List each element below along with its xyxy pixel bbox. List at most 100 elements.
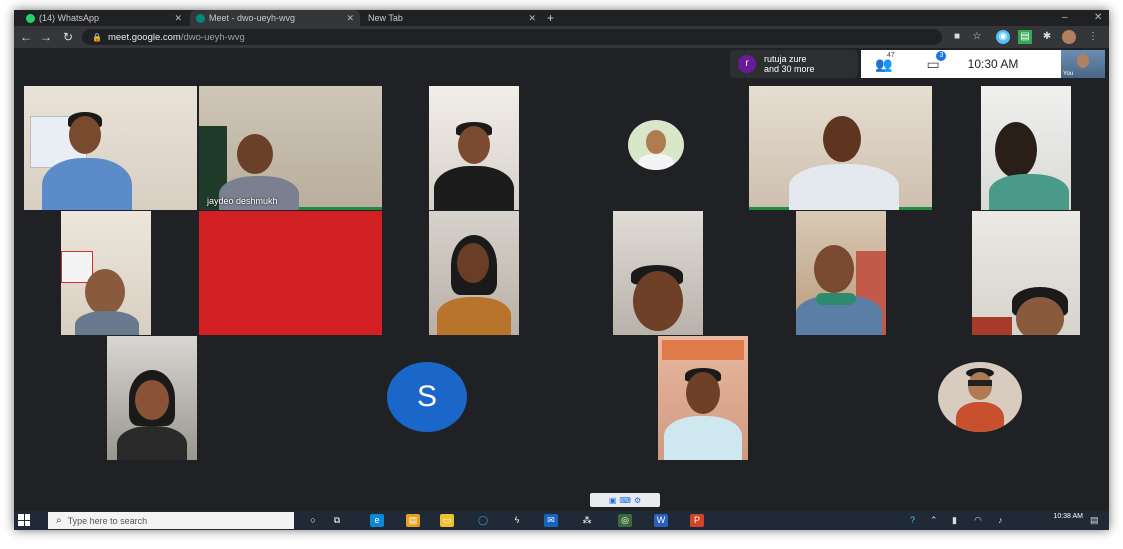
file-explorer-icon[interactable]: ▭ [440, 514, 454, 527]
presenter-more: and 30 more [764, 64, 815, 74]
participant-tile-red[interactable] [199, 211, 382, 335]
screen-icon: ▣ [608, 495, 617, 505]
chat-count: 3 [936, 50, 947, 61]
search-app-icon[interactable]: ◯ [476, 514, 490, 527]
participant-tile[interactable] [749, 86, 932, 210]
close-icon[interactable]: ✕ [528, 13, 536, 24]
participant-tile[interactable] [61, 211, 151, 335]
powerpoint-icon[interactable]: P [690, 514, 704, 527]
keyboard-icon: ⌨ [619, 495, 631, 505]
edge-icon[interactable]: e [370, 514, 384, 527]
settings-icon: ⚙ [633, 495, 642, 505]
person-face [85, 269, 125, 315]
extension-icon[interactable]: ◉ [996, 30, 1010, 44]
tab-whatsapp[interactable]: (14) WhatsApp ✕ [20, 10, 188, 26]
taskbar-search[interactable]: ⌕ Type here to search [48, 512, 294, 529]
help-icon[interactable]: ? [910, 515, 915, 525]
notification-icon[interactable]: ▤ [1090, 515, 1099, 526]
chrome-icon[interactable]: ◎ [618, 514, 632, 527]
lock-icon: 🔒 [92, 32, 102, 42]
person-face [457, 243, 489, 283]
url-path: /dwo-ueyh-wvg [180, 31, 245, 43]
browser-toolbar: ← → ↻ 🔒 meet.google.com/dwo-ueyh-wvg ■ ☆… [14, 26, 1109, 48]
star-icon[interactable]: ☆ [970, 30, 984, 44]
lightning-icon[interactable]: ϟ [510, 514, 524, 527]
search-placeholder: Type here to search [67, 515, 148, 526]
battery-icon[interactable]: ▮ [952, 515, 957, 526]
reload-icon[interactable]: ↻ [60, 29, 76, 45]
participant-avatar[interactable] [938, 362, 1022, 432]
presenter-name: rutuja zure [764, 54, 807, 64]
self-view[interactable]: You [1061, 50, 1105, 78]
person-face [135, 380, 169, 420]
participant-tile[interactable] [613, 211, 703, 335]
sunglasses [968, 380, 992, 386]
meet-icon [196, 13, 205, 23]
person-face [686, 372, 720, 414]
meet-controls: 👥 47 ▭ 3 10:30 AM [861, 50, 1061, 78]
participant-avatar[interactable] [628, 120, 684, 170]
word-icon[interactable]: W [654, 514, 668, 527]
volume-icon[interactable]: ♪ [998, 515, 1003, 525]
participant-tile[interactable] [972, 211, 1080, 335]
tab-strip: (14) WhatsApp ✕ Meet - dwo-ueyh-wvg ✕ Ne… [14, 10, 1109, 26]
person-face [69, 116, 101, 154]
meet-bottom-bar: ▣ ⌨ ⚙ [14, 477, 1109, 511]
wifi-icon[interactable]: ◠ [974, 515, 982, 526]
person-face [995, 122, 1037, 178]
back-icon[interactable]: ← [18, 29, 34, 45]
new-tab-icon[interactable]: + [547, 10, 554, 26]
participant-tile[interactable] [981, 86, 1071, 210]
close-window-icon[interactable]: ✕ [1094, 10, 1102, 26]
person-face [823, 116, 861, 162]
participant-name: jaydeo deshmukh [207, 196, 278, 206]
people-button[interactable]: 👥 47 [875, 52, 895, 73]
store-icon[interactable]: ▤ [406, 514, 420, 527]
search-icon: ⌕ [56, 515, 62, 526]
taskbar-clock[interactable]: 10:38 AM [1053, 513, 1083, 521]
chat-button[interactable]: ▭ 3 [926, 50, 947, 73]
self-label: You [1063, 71, 1074, 77]
participant-tile[interactable] [429, 86, 519, 210]
camera-icon[interactable]: ■ [950, 30, 964, 44]
person-face [633, 271, 683, 331]
minimize-icon[interactable]: – [1062, 10, 1068, 26]
participant-tile[interactable] [24, 86, 197, 210]
participant-tile[interactable] [107, 336, 197, 460]
person-face [814, 245, 854, 293]
menu-icon[interactable]: ⋮ [1086, 30, 1100, 44]
participant-count: 47 [887, 51, 895, 59]
close-icon[interactable]: ✕ [346, 13, 354, 24]
floating-toolbar[interactable]: ▣ ⌨ ⚙ [590, 493, 660, 507]
windows-start-icon[interactable] [18, 514, 30, 526]
chevron-up-icon[interactable]: ⌃ [930, 515, 938, 526]
participant-tile[interactable] [796, 211, 886, 335]
person-face [458, 126, 490, 164]
meeting-clock: 10:30 AM [967, 57, 1019, 71]
puzzle-icon[interactable]: ✱ [1040, 30, 1054, 44]
screen: (14) WhatsApp ✕ Meet - dwo-ueyh-wvg ✕ Ne… [14, 10, 1109, 530]
participant-tile[interactable] [658, 336, 748, 460]
mail-icon[interactable]: ✉ [544, 514, 558, 527]
close-icon[interactable]: ✕ [174, 13, 182, 24]
tab-meet[interactable]: Meet - dwo-ueyh-wvg ✕ [190, 10, 360, 26]
windows-taskbar: ⌕ Type here to search ○ ⧉ e ▤ ▭ ◯ ϟ ✉ ⁂ … [14, 511, 1109, 530]
url-host: meet.google.com [107, 31, 181, 43]
person-face [237, 134, 273, 174]
presenter-card[interactable]: r rutuja zure and 30 more [730, 50, 858, 78]
forward-icon[interactable]: → [38, 29, 54, 45]
participant-avatar-s[interactable]: S [387, 362, 467, 432]
meet-header: r rutuja zure and 30 more 👥 47 ▭ 3 10:30… [14, 48, 1109, 82]
person-face [1016, 297, 1064, 335]
sheets-icon[interactable]: ▤ [1018, 30, 1032, 44]
whatsapp-icon [26, 13, 35, 23]
apps-icon[interactable]: ⁂ [580, 514, 594, 527]
cortana-icon[interactable]: ○ [306, 514, 320, 527]
task-view-icon[interactable]: ⧉ [330, 514, 344, 527]
tab-new[interactable]: New Tab ✕ [362, 10, 542, 26]
address-bar[interactable]: 🔒 meet.google.com/dwo-ueyh-wvg [82, 29, 942, 45]
profile-avatar[interactable] [1062, 30, 1076, 44]
self-face [1077, 54, 1089, 68]
participant-tile[interactable] [429, 211, 519, 335]
participant-tile-speaking[interactable]: jaydeo deshmukh [199, 86, 382, 210]
